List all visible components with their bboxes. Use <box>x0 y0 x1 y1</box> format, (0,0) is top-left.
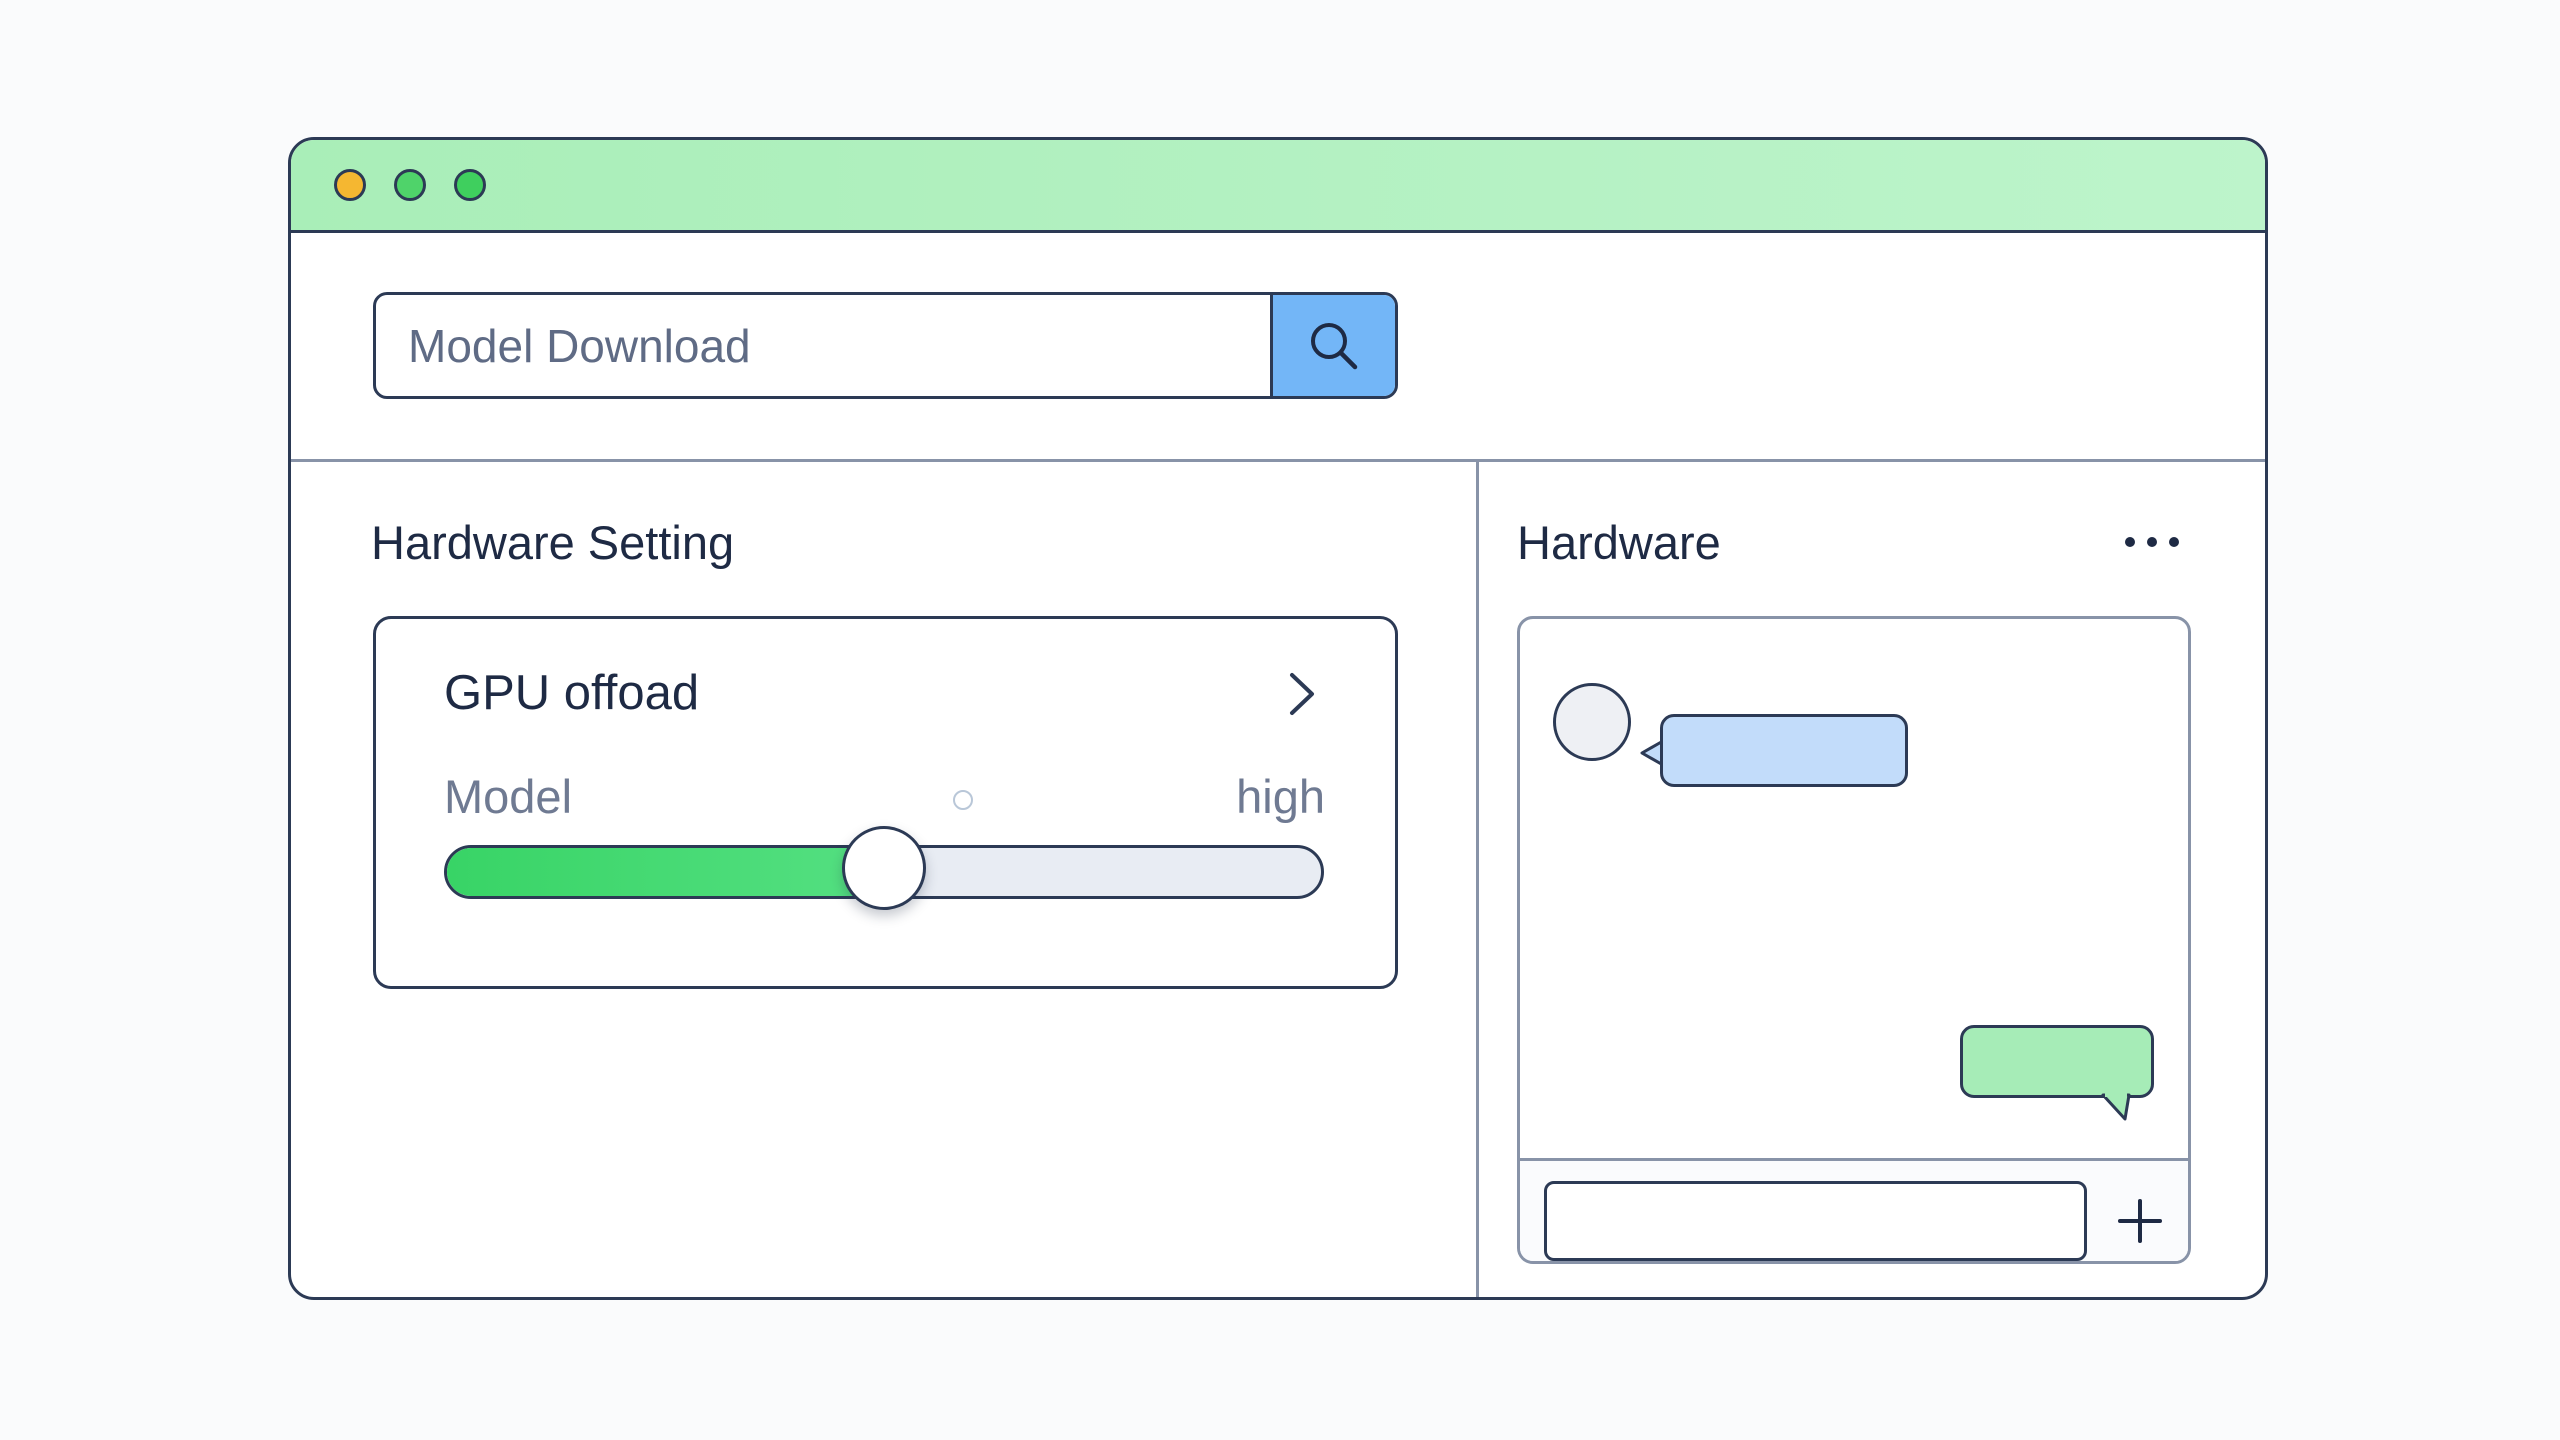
maximize-window-button[interactable] <box>454 169 486 201</box>
search-input[interactable] <box>376 295 1273 396</box>
message-input[interactable] <box>1544 1181 2087 1261</box>
avatar <box>1553 683 1631 761</box>
more-options-icon[interactable] <box>2123 532 2183 552</box>
outgoing-message-bubble <box>1960 1025 2154 1098</box>
hardware-title: Hardware <box>1517 516 1721 569</box>
slider-midpoint-marker <box>953 790 973 810</box>
slider-max-label: high <box>1236 770 1325 823</box>
chat-composer <box>1520 1158 2188 1261</box>
search-button[interactable] <box>1270 295 1395 396</box>
outgoing-bubble-tail <box>2101 1093 2131 1121</box>
title-bar <box>291 140 2265 233</box>
chevron-right-icon[interactable] <box>1284 669 1320 719</box>
hardware-setting-title: Hardware Setting <box>371 516 735 569</box>
slider-min-label: Model <box>444 770 573 823</box>
panel-divider <box>1476 462 1479 1297</box>
chat-panel <box>1517 616 2191 1264</box>
gpu-offload-card: GPU offoad Model high <box>373 616 1398 989</box>
slider-fill <box>447 848 887 896</box>
header-divider <box>291 459 2265 462</box>
search-bar <box>373 292 1398 399</box>
gpu-offload-title: GPU offoad <box>444 666 700 720</box>
minimize-window-button[interactable] <box>394 169 426 201</box>
gpu-offload-slider-thumb[interactable] <box>842 826 926 910</box>
incoming-message-bubble <box>1660 714 1908 787</box>
search-icon <box>1311 322 1358 369</box>
plus-icon[interactable] <box>2116 1197 2164 1245</box>
close-window-button[interactable] <box>334 169 366 201</box>
app-window: Hardware Setting GPU offoad Model high H… <box>288 137 2268 1300</box>
